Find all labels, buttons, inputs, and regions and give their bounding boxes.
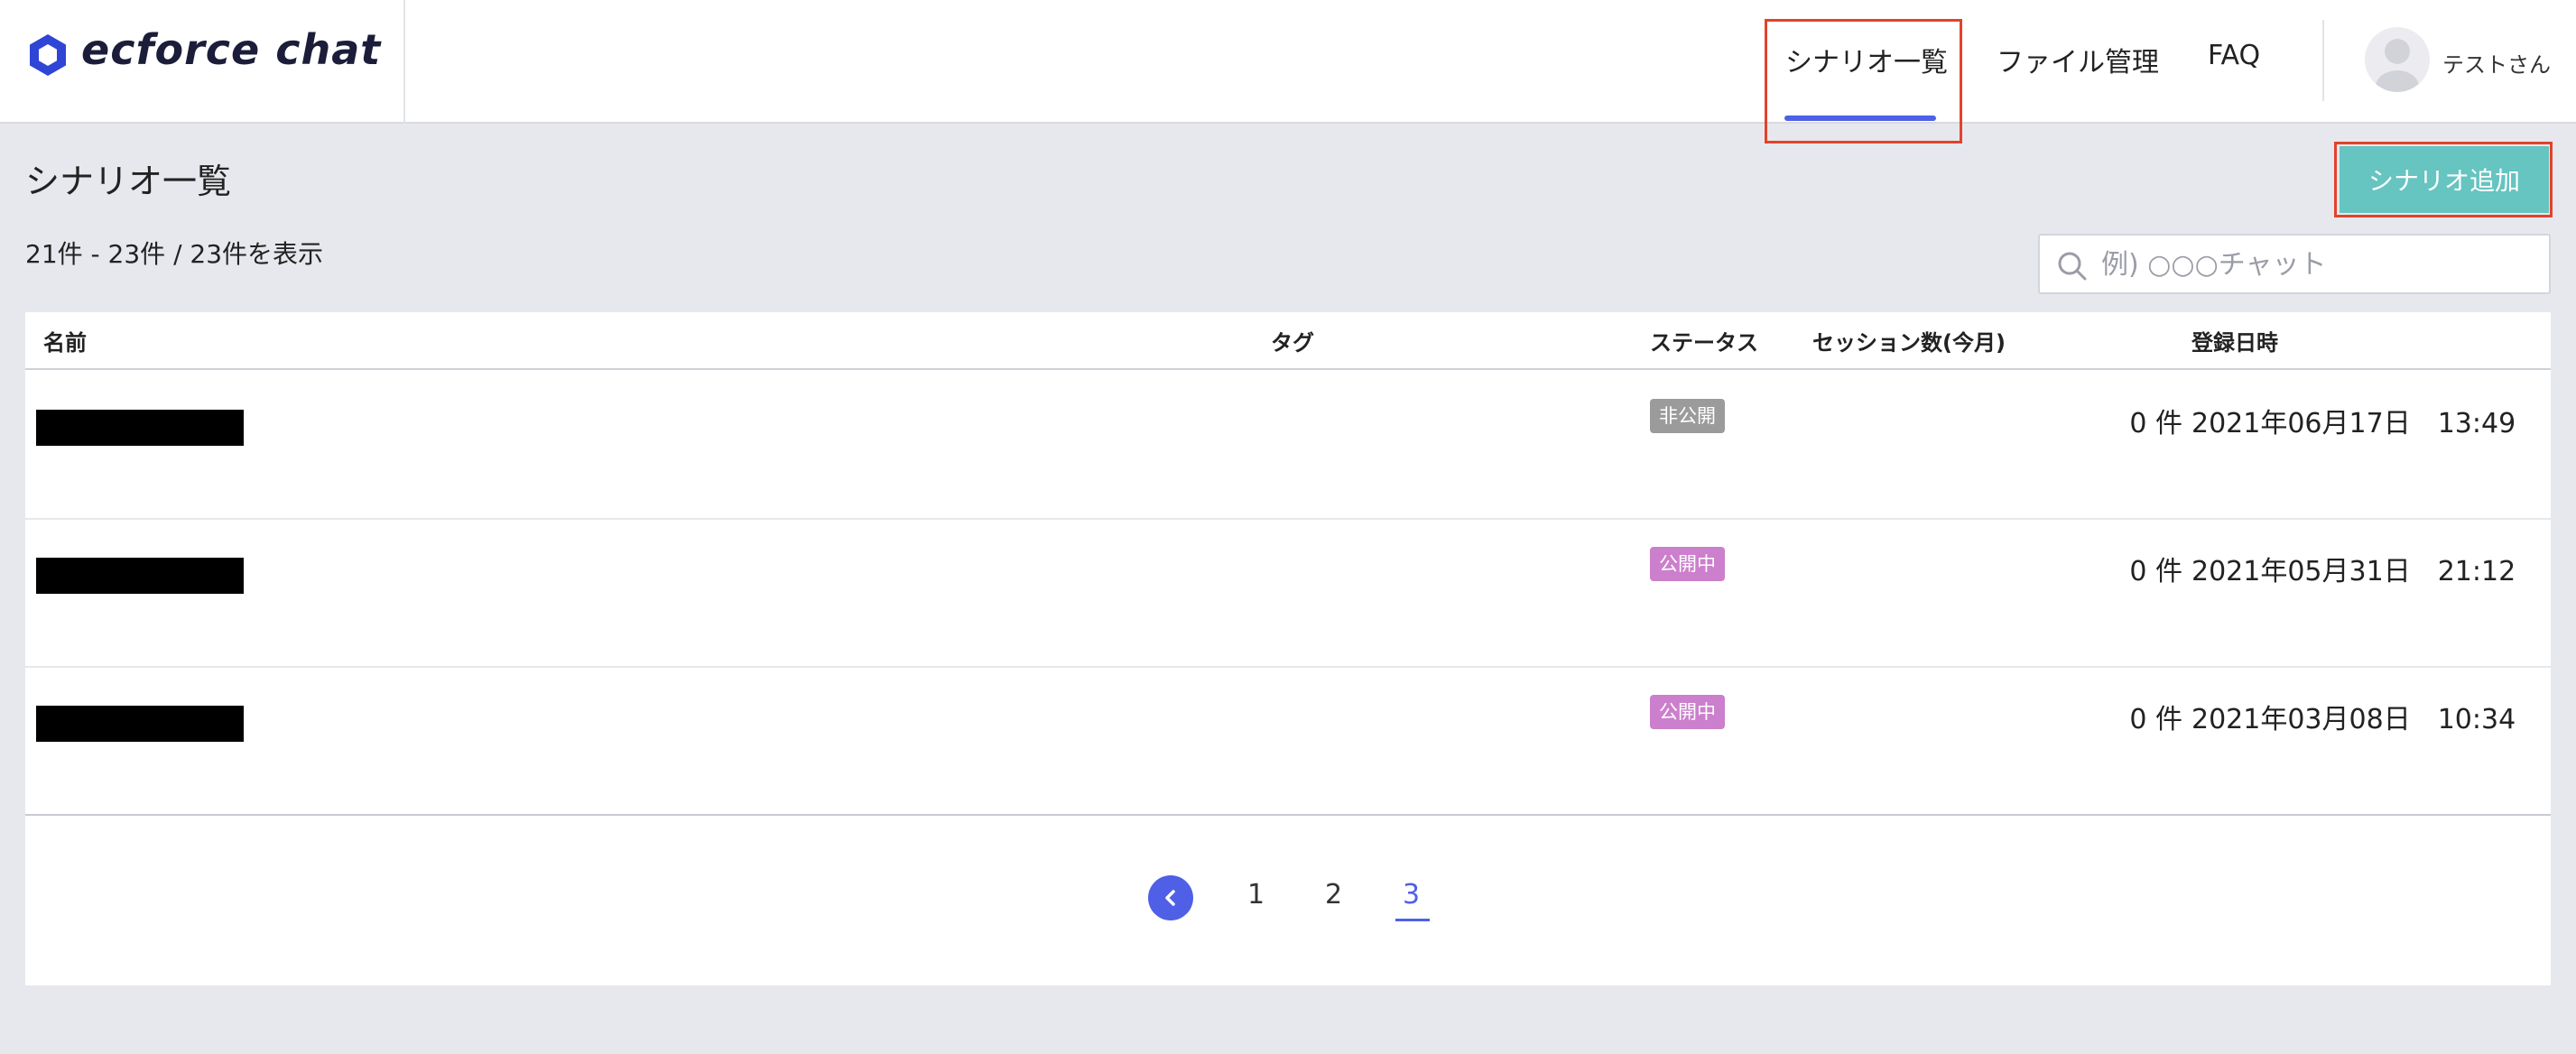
pagination-current-indicator — [1395, 919, 1430, 921]
chevron-left-icon — [1165, 890, 1175, 906]
status-badge: 非公開 — [1650, 399, 1725, 433]
pagination-prev-button[interactable] — [1148, 875, 1193, 920]
search-icon — [2058, 252, 2087, 281]
redacted-name — [36, 410, 244, 446]
nav-scenario-list[interactable]: シナリオ一覧 — [1785, 40, 1948, 83]
brand-name: ecforce chat — [81, 25, 382, 74]
session-count: 0 件 — [2129, 408, 2182, 439]
user-name[interactable]: テストさん — [2442, 47, 2551, 79]
result-count: 21件 - 23件 / 23件を表示 — [25, 239, 324, 269]
status-badge: 公開中 — [1650, 695, 1725, 729]
column-header-registered[interactable]: 登録日時 — [2191, 325, 2278, 356]
column-header-status[interactable]: ステータス — [1650, 325, 1758, 356]
search-input[interactable] — [2101, 245, 2534, 284]
app-header: ecforce chat シナリオ一覧 ファイル管理 FAQ テストさん — [0, 0, 2576, 143]
registered-date: 2021年03月08日 10:34 — [2191, 704, 2516, 735]
pagination-page-2[interactable]: 2 — [1325, 879, 1342, 911]
registered-date: 2021年05月31日 21:12 — [2191, 556, 2516, 587]
registered-date: 2021年06月17日 13:49 — [2191, 408, 2516, 439]
table-row[interactable]: 公開中 0 件 2021年05月31日 21:12 — [25, 520, 2551, 668]
brand[interactable]: ecforce chat — [0, 0, 405, 124]
column-header-tag[interactable]: タグ — [1271, 325, 1314, 356]
hexagon-logo-icon — [30, 34, 66, 76]
column-header-sessions[interactable]: セッション数(今月) — [1812, 325, 2006, 356]
table-header: 名前 タグ ステータス セッション数(今月) 登録日時 — [25, 312, 2551, 370]
redacted-name — [36, 558, 244, 594]
session-count: 0 件 — [2129, 704, 2182, 735]
nav-faq[interactable]: FAQ — [2208, 40, 2260, 83]
scenario-table: 名前 タグ ステータス セッション数(今月) 登録日時 非公開 0 件 2021… — [25, 312, 2551, 985]
nav-file-management[interactable]: ファイル管理 — [1997, 40, 2159, 83]
pagination-page-3[interactable]: 3 — [1403, 879, 1420, 911]
add-scenario-button[interactable]: シナリオ追加 — [2340, 146, 2549, 213]
nav-active-indicator — [1784, 116, 1936, 121]
table-row[interactable]: 公開中 0 件 2021年03月08日 10:34 — [25, 668, 2551, 816]
pagination-page-1[interactable]: 1 — [1247, 879, 1265, 911]
session-count: 0 件 — [2129, 556, 2182, 587]
column-header-name[interactable]: 名前 — [43, 325, 87, 356]
user-avatar-icon[interactable] — [2365, 27, 2430, 92]
table-row[interactable]: 非公開 0 件 2021年06月17日 13:49 — [25, 372, 2551, 520]
status-badge: 公開中 — [1650, 547, 1725, 581]
nav-divider — [2322, 20, 2324, 101]
avatar-silhouette-icon — [2376, 39, 2419, 92]
search-box[interactable] — [2038, 234, 2551, 294]
redacted-name — [36, 706, 244, 742]
page-title: シナリオ一覧 — [25, 162, 232, 201]
